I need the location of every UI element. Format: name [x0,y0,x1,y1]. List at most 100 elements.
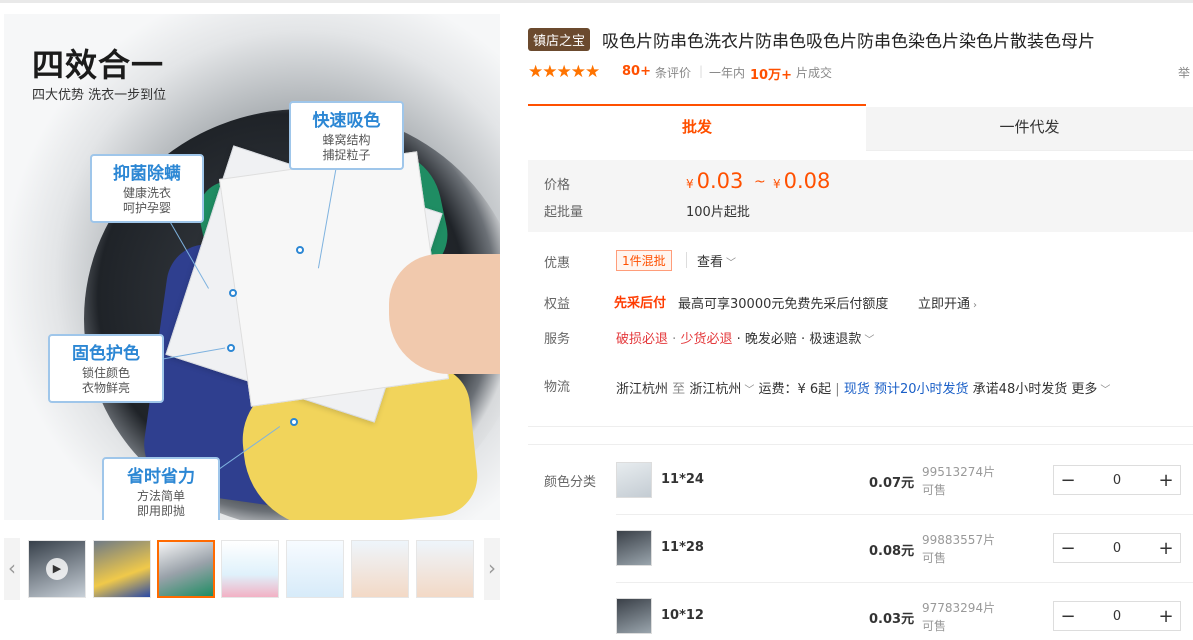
price-high: ¥0.08 [773,169,830,193]
sku-thumbnail[interactable] [616,598,652,634]
year-sales-label: 一年内 [709,66,746,80]
promo-title: 四效合一 [32,46,165,84]
quantity-stepper: − 0 + [1053,533,1181,563]
currency-symbol: ¥ [686,177,694,191]
discount-view-label: 查看 [697,255,724,270]
plus-button[interactable]: + [1152,606,1180,627]
sku-thumbnail[interactable] [616,530,652,566]
main-product-image[interactable]: 四效合一 四大优势 洗衣一步到位 快速吸色 蜂窝结构 捕捉粒子 抑菌除螨 健康洗… [4,14,500,520]
chevron-down-icon: ﹀ [864,335,875,346]
discount-label: 优惠 [544,256,571,271]
rating-label[interactable]: 条评价 [655,64,691,81]
open-pay-later-label: 立即开通 [918,297,971,312]
callout-body: 健康洗衣 呵护孕婴 [122,186,171,215]
chevron-down-icon: ﹀ [744,385,755,396]
quantity-input[interactable]: 0 [1082,473,1152,488]
price-high-value: 0.08 [783,169,831,193]
sku-stock: 99883557片 可售 [922,531,995,567]
service-list[interactable]: 破损必退 · 少货必退 · 晚发必赔 · 极速退款 ﹀ [616,328,874,347]
moq-label: 起批量 [544,205,584,220]
more-link[interactable]: 更多 ﹀ [1071,382,1110,397]
sku-row: 11*28 0.08元 99883557片 可售 − 0 + [616,530,1193,596]
divider [528,426,1193,427]
report-link[interactable]: 举 [1178,64,1190,81]
top-divider [0,0,1193,3]
moq-value: 100片起批 [686,205,750,220]
separator: | [699,64,704,78]
thumbnail-image[interactable] [93,540,151,598]
pay-later-text: 最高可享30000元免费先采后付额度 [678,297,889,312]
open-pay-later-link[interactable]: 立即开通 › [918,293,977,312]
minus-button[interactable]: − [1054,606,1082,627]
thumbnail-image-active[interactable] [157,540,215,598]
divider [616,514,1193,515]
quantity-stepper: − 0 + [1053,601,1181,631]
thumbnail-image[interactable] [221,540,279,598]
thumbnail-image[interactable] [286,540,344,598]
callout-antibacterial: 抑菌除螨 健康洗衣 呵护孕婴 [90,154,204,223]
chevron-down-icon: ﹀ [1100,385,1111,396]
plus-button[interactable]: + [1152,470,1180,491]
sku-stock-count: 97783294片 [922,601,996,615]
thumbnail-image[interactable] [351,540,409,598]
minus-button[interactable]: − [1054,470,1082,491]
callout-title: 抑菌除螨 [113,164,181,184]
sku-name: 11*24 [661,472,704,487]
ship-to-selector[interactable]: 浙江杭州 ﹀ [689,382,754,397]
callout-title: 快速吸色 [312,111,381,131]
chevron-right-icon[interactable]: › [484,538,500,600]
benefit-label: 权益 [544,297,571,312]
callout-title: 固色护色 [72,344,140,364]
sku-stock-count: 99883557片 [922,533,996,547]
sku-availability: 可售 [922,551,947,565]
price-low: ¥0.03 [686,169,743,193]
tab-wholesale[interactable]: 批发 [528,107,866,151]
discount-view-link[interactable]: 查看 ﹀ [697,251,736,270]
sku-price: 0.08元 [869,544,915,559]
rating-stars: ★★★★★ [528,62,600,82]
ship-to: 浙江杭州 [689,382,742,397]
callout-title: 省时省力 [127,467,195,487]
callout-color-protect: 固色护色 锁住颜色 衣物鲜亮 [48,334,164,403]
thumbnail-video[interactable]: ▶ [28,540,86,598]
shipping-fee: 运费：¥ 6起 [758,382,832,397]
product-page: 四效合一 四大优势 洗衣一步到位 快速吸色 蜂窝结构 捕捉粒子 抑菌除螨 健康洗… [0,0,1193,640]
sku-thumbnail[interactable] [616,462,652,498]
to-word: 至 [672,382,686,397]
play-icon: ▶ [46,558,68,580]
plus-button[interactable]: + [1152,538,1180,559]
chevron-left-icon[interactable]: ‹ [4,538,20,600]
chevron-right-icon: › [973,300,978,311]
price-label: 价格 [544,178,571,193]
sku-price: 0.07元 [869,476,915,491]
stock-status: 现货 [843,382,870,397]
dot-separator: · [801,332,806,347]
quantity-input[interactable]: 0 [1082,541,1152,556]
sku-label: 颜色分类 [544,475,597,490]
product-title: 吸色片防串色洗衣片防串色吸色片防串色染色片染色片散装色母片 [602,32,1095,52]
tab-dropship[interactable]: 一件代发 [866,107,1193,151]
dot-separator: · [736,332,741,347]
service-item: 极速退款 [809,332,862,347]
callout-dot [296,246,304,254]
divider [686,252,687,268]
callout-save-time: 省时省力 方法简单 即用即抛 [102,457,220,520]
sku-stock-count: 99513274片 [922,465,996,479]
chevron-down-icon: ﹀ [726,258,737,269]
minus-button[interactable]: − [1054,538,1082,559]
ship-promise: 预计20小时发货 [873,382,969,397]
separator: | [835,382,840,397]
promo-subtitle: 四大优势 洗衣一步到位 [32,88,167,103]
price-low-value: 0.03 [696,169,744,193]
quantity-input[interactable]: 0 [1082,609,1152,624]
rating-count[interactable]: 80+ [622,64,651,79]
divider [616,582,1193,583]
divider [528,444,1193,445]
service-label: 服务 [544,332,571,347]
mixed-batch-tag: 1件混批 [616,250,672,271]
thumbnail-image[interactable] [416,540,474,598]
pay-later-tag: 先采后付 [614,296,667,311]
callout-body: 锁住颜色 衣物鲜亮 [81,366,130,395]
sku-row: 11*24 0.07元 99513274片 可售 − 0 + [616,462,1193,528]
sku-availability: 可售 [922,619,947,633]
